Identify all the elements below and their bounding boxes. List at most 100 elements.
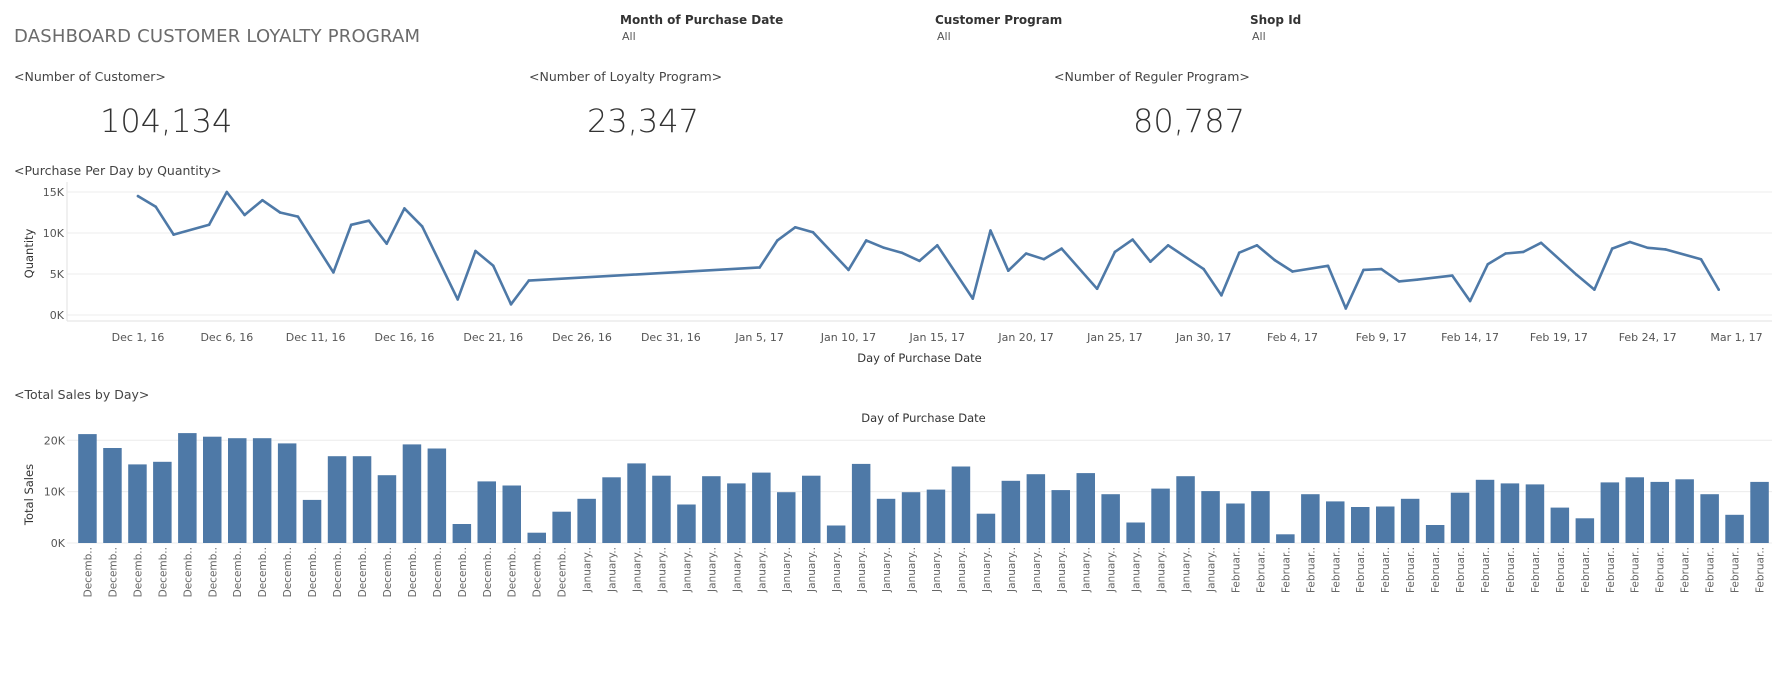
y-tick-label: 10K xyxy=(43,227,65,240)
y-tick-label: 0K xyxy=(51,537,66,550)
x-tick-label: Jan 30, 17 xyxy=(1175,331,1231,344)
x-tick-label: Februar.. xyxy=(1480,547,1492,593)
data-point xyxy=(456,298,460,301)
bar xyxy=(1376,506,1395,543)
x-tick-label: Februar.. xyxy=(1755,547,1767,593)
bar xyxy=(901,492,921,543)
data-point xyxy=(1415,278,1419,282)
x-tick-label: Jan 25, 17 xyxy=(1086,331,1142,344)
x-tick-label: Decemb.. xyxy=(407,547,419,597)
y-axis-title: Total Sales xyxy=(22,464,36,526)
data-point xyxy=(1646,246,1649,250)
bar xyxy=(1675,479,1694,543)
data-point xyxy=(1699,257,1703,261)
x-tick-label: January.. xyxy=(1006,547,1018,593)
bar xyxy=(951,466,971,543)
data-point xyxy=(243,213,246,217)
x-tick-label: Jan 20, 17 xyxy=(997,331,1053,344)
x-tick-label: Feb 24, 17 xyxy=(1619,331,1677,344)
data-point xyxy=(527,279,531,282)
x-tick-label: Februar.. xyxy=(1455,547,1467,593)
data-point xyxy=(1522,250,1525,254)
data-point xyxy=(278,211,282,214)
data-point xyxy=(420,225,424,228)
x-tick-label: Dec 11, 16 xyxy=(286,331,346,344)
x-tick-label: January.. xyxy=(582,547,594,593)
bar xyxy=(1400,498,1420,543)
bar xyxy=(1600,482,1620,543)
x-tick-label: Februar.. xyxy=(1255,547,1267,593)
filter-shop-label: Shop Id xyxy=(1250,13,1302,27)
data-point xyxy=(1060,247,1063,250)
bar xyxy=(527,532,546,543)
x-tick-label: Feb 19, 17 xyxy=(1530,331,1588,344)
y-axis-title: Quantity xyxy=(22,228,36,278)
bar xyxy=(1475,479,1495,543)
filter-month-label: Month of Purchase Date xyxy=(620,13,784,27)
bar xyxy=(802,475,821,543)
bar xyxy=(602,477,621,543)
x-tick-label: Dec 21, 16 xyxy=(463,331,523,344)
x-tick-label: January.. xyxy=(706,547,718,593)
bar xyxy=(1326,501,1345,543)
bar-chart-title: <Total Sales by Day> xyxy=(14,387,150,402)
x-tick-label: Februar.. xyxy=(1680,547,1692,593)
kpi-loyalty-value: 23,347 xyxy=(587,102,699,140)
bar xyxy=(876,498,896,543)
data-point xyxy=(1326,264,1330,268)
data-point xyxy=(1379,267,1383,271)
bar xyxy=(1425,525,1445,543)
data-point xyxy=(793,225,797,229)
x-tick-label: January.. xyxy=(1181,547,1193,593)
data-point xyxy=(1255,244,1259,247)
data-point xyxy=(935,244,939,247)
bar xyxy=(1026,474,1046,543)
bar xyxy=(752,472,771,543)
bar xyxy=(577,498,596,543)
dashboard-title: DASHBOARD CUSTOMER LOYALTY PROGRAM xyxy=(14,26,421,47)
x-tick-label: Februar.. xyxy=(1555,547,1567,593)
data-point xyxy=(776,239,779,242)
bar xyxy=(252,438,272,543)
data-point xyxy=(367,219,371,222)
x-tick-label: January.. xyxy=(1156,547,1168,593)
data-point xyxy=(864,239,868,242)
x-tick-label: Februar.. xyxy=(1405,547,1417,593)
bar xyxy=(1101,494,1120,543)
x-tick-label: Decemb.. xyxy=(132,547,144,597)
data-point xyxy=(847,268,850,272)
data-point xyxy=(971,297,975,300)
data-point xyxy=(491,264,495,268)
bar xyxy=(452,524,472,543)
x-tick-label: Februar.. xyxy=(1305,547,1317,593)
x-tick-label: Decemb.. xyxy=(432,547,444,597)
x-tick-label: Feb 14, 17 xyxy=(1441,331,1499,344)
bar xyxy=(1251,491,1270,543)
bar xyxy=(627,463,646,543)
x-tick-label: Februar.. xyxy=(1705,547,1717,593)
filter-program-value[interactable]: All xyxy=(937,30,951,43)
bar xyxy=(1176,476,1195,543)
bar xyxy=(1301,494,1320,543)
bar xyxy=(477,481,496,543)
x-tick-label: Dec 26, 16 xyxy=(552,331,612,344)
x-tick-label: Jan 10, 17 xyxy=(820,331,876,344)
data-point xyxy=(1095,287,1099,291)
x-tick-label: Mar 1, 17 xyxy=(1710,331,1762,344)
bar xyxy=(1276,534,1295,543)
bar xyxy=(1126,522,1145,543)
x-tick-label: Decemb.. xyxy=(257,547,269,597)
filter-month-value[interactable]: All xyxy=(622,30,636,43)
x-axis-title: Day of Purchase Date xyxy=(857,351,981,365)
y-tick-label: 20K xyxy=(44,434,66,447)
y-tick-label: 5K xyxy=(50,268,65,281)
bar xyxy=(702,476,721,543)
x-tick-label: January.. xyxy=(756,547,768,593)
x-tick-label: Decemb.. xyxy=(307,547,319,597)
x-tick-label: Februar.. xyxy=(1530,547,1542,593)
series-line xyxy=(136,190,1720,310)
x-tick-label: Decemb.. xyxy=(83,547,95,597)
data-point xyxy=(1273,258,1277,262)
bar xyxy=(1625,477,1644,543)
filter-shop-value[interactable]: All xyxy=(1252,30,1266,43)
